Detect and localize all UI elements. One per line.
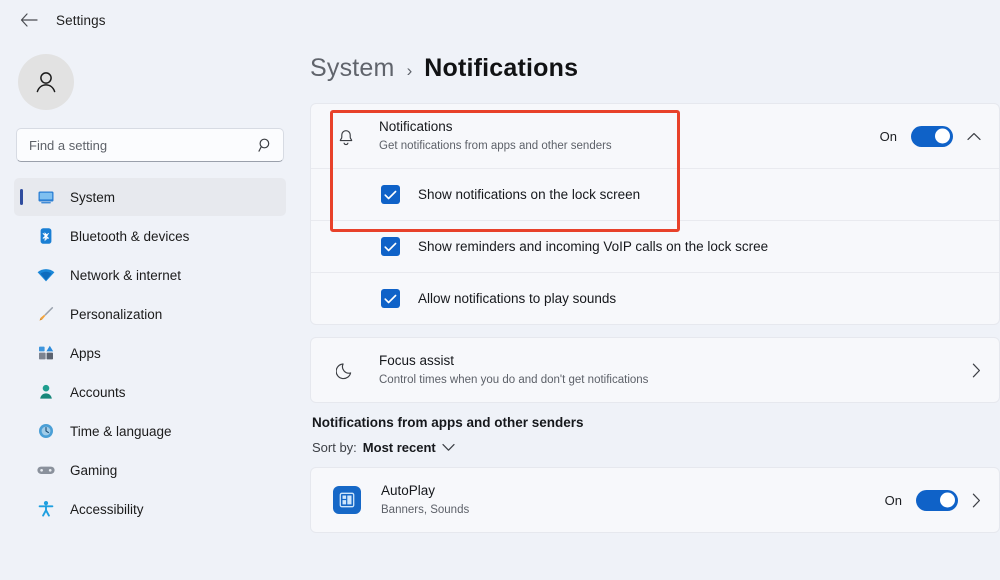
sidebar-nav: System Bluetooth & devices Network & int… bbox=[14, 178, 286, 528]
breadcrumb: System › Notifications bbox=[310, 54, 1000, 83]
app-notifications-list: AutoPlay Banners, Sounds On bbox=[310, 467, 1000, 533]
breadcrumb-separator: › bbox=[406, 61, 413, 80]
toggle-knob bbox=[935, 128, 950, 144]
toggle-knob bbox=[940, 492, 955, 508]
settings-window: Settings Find a setting System Bluetooth… bbox=[0, 0, 1000, 580]
sidebar-item-label: Accounts bbox=[70, 384, 126, 400]
focus-assist-subtitle: Control times when you do and don't get … bbox=[379, 373, 649, 386]
notifications-subtitle: Get notifications from apps and other se… bbox=[379, 139, 612, 152]
apps-section-heading: Notifications from apps and other sender… bbox=[312, 415, 584, 430]
notifications-title: Notifications bbox=[379, 119, 453, 135]
notifications-controls: On bbox=[879, 125, 981, 147]
sidebar-item-bluetooth-devices[interactable]: Bluetooth & devices bbox=[14, 217, 286, 255]
focus-assist-card[interactable]: Focus assist Control times when you do a… bbox=[310, 337, 1000, 403]
sidebar-item-gaming[interactable]: Gaming bbox=[14, 451, 286, 489]
sidebar-item-label: Gaming bbox=[70, 462, 118, 478]
wifi-icon bbox=[36, 265, 56, 285]
breadcrumb-parent[interactable]: System bbox=[310, 54, 395, 83]
sidebar-item-accessibility[interactable]: Accessibility bbox=[14, 490, 286, 528]
page-title: Notifications bbox=[424, 54, 579, 82]
checkbox-row-lock-screen[interactable]: Show notifications on the lock screen bbox=[311, 168, 999, 220]
sidebar-item-label: System bbox=[70, 189, 116, 205]
notifications-text: Notifications Get notifications from app… bbox=[359, 118, 880, 153]
title-bar: Settings bbox=[0, 0, 1000, 40]
bell-icon bbox=[333, 126, 359, 147]
notifications-toggle-state: On bbox=[879, 128, 897, 144]
app-subtitle: Banners, Sounds bbox=[381, 503, 470, 516]
gamepad-icon bbox=[36, 460, 56, 480]
checkbox-label: Allow notifications to play sounds bbox=[418, 291, 617, 306]
account-icon bbox=[36, 382, 56, 402]
sidebar-item-time-language[interactable]: Time & language bbox=[14, 412, 286, 450]
chevron-right-icon[interactable] bbox=[972, 493, 981, 508]
focus-assist-row[interactable]: Focus assist Control times when you do a… bbox=[311, 338, 999, 402]
app-toggle-state: On bbox=[884, 492, 902, 508]
sidebar-item-accounts[interactable]: Accounts bbox=[14, 373, 286, 411]
app-row-autoplay[interactable]: AutoPlay Banners, Sounds On bbox=[311, 468, 999, 532]
sidebar-item-label: Bluetooth & devices bbox=[70, 228, 190, 244]
avatar-container bbox=[14, 40, 286, 120]
apps-icon bbox=[36, 343, 56, 363]
monitor-icon bbox=[36, 187, 56, 207]
sidebar-item-label: Personalization bbox=[70, 306, 163, 322]
app-name: AutoPlay bbox=[381, 483, 436, 499]
app-controls: On bbox=[884, 489, 981, 511]
focus-assist-controls bbox=[972, 363, 981, 378]
focus-assist-text: Focus assist Control times when you do a… bbox=[359, 352, 972, 387]
back-button[interactable] bbox=[16, 7, 42, 33]
sidebar-item-label: Apps bbox=[70, 345, 101, 361]
brush-icon bbox=[36, 304, 56, 324]
app-toggle[interactable] bbox=[916, 489, 958, 511]
main-content: System › Notifications Notifications Get… bbox=[300, 40, 1000, 580]
chevron-up-icon[interactable] bbox=[967, 132, 981, 141]
clock-globe-icon bbox=[36, 421, 56, 441]
sidebar-item-label: Network & internet bbox=[70, 267, 182, 283]
notifications-toggle[interactable] bbox=[911, 125, 953, 147]
notifications-card: Notifications Get notifications from app… bbox=[310, 103, 1000, 325]
checkbox-label: Show reminders and incoming VoIP calls o… bbox=[418, 239, 769, 254]
app-text: AutoPlay Banners, Sounds bbox=[361, 482, 885, 517]
bluetooth-icon bbox=[36, 226, 56, 246]
arrow-left-icon bbox=[20, 13, 38, 27]
sidebar-item-personalization[interactable]: Personalization bbox=[14, 295, 286, 333]
checkbox-row-sounds[interactable]: Allow notifications to play sounds bbox=[311, 272, 999, 324]
search-icon bbox=[258, 138, 273, 153]
checkbox-voip[interactable] bbox=[381, 237, 400, 256]
checkbox-lock-screen[interactable] bbox=[381, 185, 400, 204]
sidebar-item-apps[interactable]: Apps bbox=[14, 334, 286, 372]
sort-control[interactable]: Sort by: Most recent bbox=[312, 440, 1000, 455]
notifications-master-row[interactable]: Notifications Get notifications from app… bbox=[311, 104, 999, 168]
chevron-down-icon[interactable] bbox=[442, 443, 455, 452]
sidebar-item-network-internet[interactable]: Network & internet bbox=[14, 256, 286, 294]
autoplay-app-icon bbox=[333, 486, 361, 514]
search-box[interactable] bbox=[16, 128, 284, 162]
avatar[interactable] bbox=[18, 54, 74, 110]
checkbox-row-voip[interactable]: Show reminders and incoming VoIP calls o… bbox=[311, 220, 999, 272]
accessibility-icon bbox=[36, 499, 56, 519]
checkbox-sounds[interactable] bbox=[381, 289, 400, 308]
sidebar-item-label: Time & language bbox=[70, 423, 172, 439]
sidebar-item-label: Accessibility bbox=[70, 501, 144, 517]
person-icon bbox=[36, 72, 56, 93]
window-body: System Bluetooth & devices bbox=[0, 40, 1000, 580]
sort-by-label: Sort by: bbox=[312, 440, 357, 455]
chevron-right-icon[interactable] bbox=[972, 363, 981, 378]
focus-assist-title: Focus assist bbox=[379, 353, 455, 369]
search-input[interactable] bbox=[29, 129, 249, 161]
sort-by-value[interactable]: Most recent bbox=[363, 440, 436, 455]
checkbox-label: Show notifications on the lock screen bbox=[418, 187, 641, 202]
sidebar: System Bluetooth & devices bbox=[0, 40, 300, 580]
moon-icon bbox=[333, 360, 359, 380]
app-title: Settings bbox=[56, 12, 106, 28]
sidebar-item-system[interactable]: System bbox=[14, 178, 286, 216]
